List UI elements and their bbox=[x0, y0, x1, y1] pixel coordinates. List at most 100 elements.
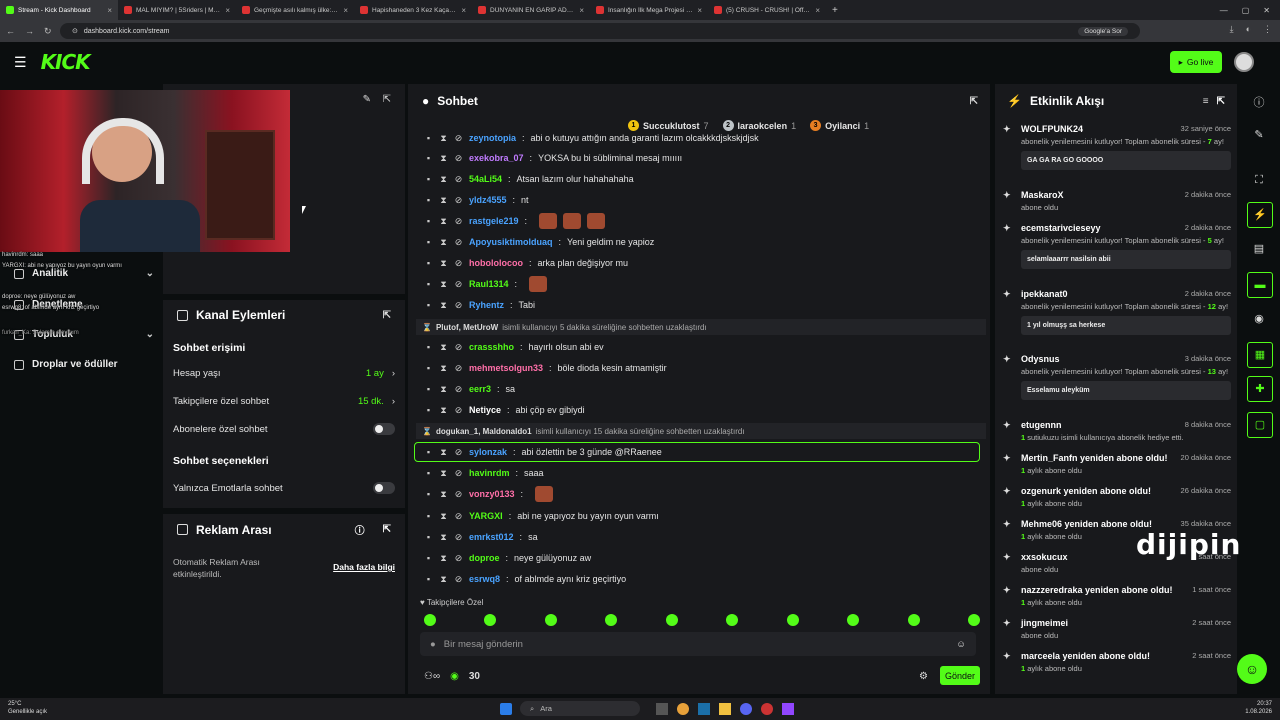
chat-username[interactable]: Ryhentz bbox=[469, 300, 504, 310]
chat-message[interactable]: ▪ ⧗ ⊘ 54aLi54: Atsan lazım olur hahahahaha bbox=[424, 169, 984, 189]
emote-icon[interactable] bbox=[484, 614, 497, 626]
avatar[interactable] bbox=[1234, 52, 1254, 72]
system-users[interactable]: dogukan_1, Maldonaldo1 bbox=[436, 427, 532, 436]
close-icon[interactable]: × bbox=[697, 6, 702, 15]
pencil-icon[interactable]: ✎ bbox=[1252, 128, 1266, 142]
emote-icon[interactable] bbox=[544, 614, 557, 626]
bolt-icon[interactable]: ⚡ bbox=[1247, 202, 1273, 228]
maximize-icon[interactable]: ▢ bbox=[1242, 6, 1250, 15]
minimize-icon[interactable]: — bbox=[1220, 6, 1228, 15]
chat-username[interactable]: doproe bbox=[469, 553, 500, 563]
activity-event[interactable]: ✦ Mertin_Fanfn yeniden abone oldu! 20 daki… bbox=[1003, 453, 1231, 476]
hourglass-icon[interactable]: ⧗ bbox=[439, 384, 448, 395]
download-icon[interactable]: ⤓ bbox=[1230, 24, 1234, 35]
window-icon[interactable]: ▢ bbox=[1247, 412, 1273, 438]
close-icon[interactable]: × bbox=[815, 6, 820, 15]
event-name[interactable]: Mehme06 yeniden abone oldu! bbox=[1021, 519, 1152, 529]
emoji-icon[interactable]: ☺ bbox=[956, 639, 966, 650]
hourglass-icon[interactable]: ⧗ bbox=[439, 511, 448, 522]
chat-message[interactable]: ▪ ⧗ ⊘ Netiyce: abi çöp ev gibiydi bbox=[424, 400, 984, 420]
event-name[interactable]: xxsokucux bbox=[1021, 552, 1068, 562]
delete-icon[interactable]: ▪ bbox=[424, 279, 433, 289]
more-info-link[interactable]: Daha fazla bilgi bbox=[333, 562, 395, 572]
ban-icon[interactable]: ⊘ bbox=[454, 279, 463, 290]
activity-event[interactable]: ✦ MaskaroX 2 dakika önce abone oldu bbox=[1003, 190, 1231, 213]
chat-message[interactable]: ▪ ⧗ ⊘ YARGXI: abi ne yapıyoz bu yayın oyun v… bbox=[424, 506, 984, 526]
chat-username[interactable]: Netiyce bbox=[469, 405, 501, 415]
sidebar-item-droplar[interactable]: Droplar ve ödüller bbox=[14, 359, 154, 370]
delete-icon[interactable]: ▪ bbox=[424, 174, 433, 184]
subscriber-only-toggle[interactable] bbox=[373, 423, 395, 435]
chat-message[interactable]: ▪ ⧗ ⊘ sylonzak: abi özlettin be 3 günde @RRa… bbox=[414, 442, 980, 462]
emote-icon[interactable] bbox=[665, 614, 678, 626]
ban-icon[interactable]: ⊘ bbox=[454, 574, 463, 585]
send-button[interactable]: Gönder bbox=[940, 666, 980, 685]
activity-event[interactable]: ✦ etugennn 8 dakika önce 1 sutiukuzu isiml… bbox=[1003, 420, 1231, 443]
chat-message[interactable]: ▪ ⧗ ⊘ doproe: neye gülüyonuz aw bbox=[424, 548, 984, 568]
ban-icon[interactable]: ⊘ bbox=[454, 216, 463, 227]
emote-icon[interactable] bbox=[967, 614, 980, 626]
supporter-badge[interactable]: 1 Succuklutost 7 bbox=[628, 120, 709, 131]
delete-icon[interactable]: ▪ bbox=[424, 532, 433, 542]
emote-icon[interactable] bbox=[424, 614, 436, 626]
delete-icon[interactable]: ▪ bbox=[424, 342, 433, 352]
browser-tab[interactable]: (5) CRUSH - CRUSH! | Official h × bbox=[708, 0, 826, 20]
hourglass-icon[interactable]: ⧗ bbox=[439, 279, 448, 290]
emote-icon[interactable] bbox=[726, 614, 739, 626]
hourglass-icon[interactable]: ⧗ bbox=[439, 237, 448, 248]
ban-icon[interactable]: ⊘ bbox=[454, 195, 463, 206]
emote-icon[interactable] bbox=[605, 614, 618, 626]
delete-icon[interactable]: ▪ bbox=[424, 258, 433, 268]
ban-icon[interactable]: ⊘ bbox=[454, 153, 463, 164]
supporter-badge[interactable]: 3 Oyilanci 1 bbox=[810, 120, 869, 131]
hourglass-icon[interactable]: ⧗ bbox=[439, 468, 448, 479]
ban-icon[interactable]: ⊘ bbox=[454, 342, 463, 353]
chat-message[interactable]: ▪ ⧗ ⊘ crassshho: hayırlı olsun abi ev bbox=[424, 337, 984, 357]
close-icon[interactable]: × bbox=[579, 6, 584, 15]
activity-event[interactable]: ✦ nazzzeredraka yeniden abone oldu! 1 saat… bbox=[1003, 585, 1231, 608]
chat-message[interactable]: ▪ ⧗ ⊘ Ryhentz: Tabi bbox=[424, 295, 984, 315]
chat-message[interactable]: ▪ ⧗ ⊘ eerr3: sa bbox=[424, 379, 984, 399]
app-icon[interactable] bbox=[761, 703, 773, 715]
delete-icon[interactable]: ▪ bbox=[424, 489, 433, 499]
event-name[interactable]: Odysnus bbox=[1021, 354, 1060, 364]
stack-icon[interactable]: ▦ bbox=[1247, 342, 1273, 368]
task-view-icon[interactable] bbox=[656, 703, 668, 715]
delete-icon[interactable]: ▪ bbox=[424, 384, 433, 394]
ban-icon[interactable]: ⊘ bbox=[454, 300, 463, 311]
popout-icon[interactable]: ⇱ bbox=[383, 524, 391, 535]
grid-app-icon[interactable] bbox=[782, 703, 794, 715]
chat-message[interactable]: ▪ ⧗ ⊘ havinrdm: saaa bbox=[424, 463, 984, 483]
hourglass-icon[interactable]: ⧗ bbox=[439, 195, 448, 206]
wrench-icon[interactable]: ✚ bbox=[1247, 376, 1273, 402]
ban-icon[interactable]: ⊘ bbox=[454, 384, 463, 395]
kick-logo[interactable]: KICK bbox=[41, 50, 91, 74]
close-icon[interactable]: × bbox=[461, 6, 466, 15]
delete-icon[interactable]: ▪ bbox=[424, 153, 433, 163]
chat-message[interactable]: ▪ ⧗ ⊘ Raul1314: bbox=[424, 274, 984, 294]
google-search-button[interactable]: Google'a Sor bbox=[1078, 26, 1128, 36]
event-name[interactable]: jingmeimei bbox=[1021, 618, 1068, 628]
delete-icon[interactable]: ▪ bbox=[424, 237, 433, 247]
delete-icon[interactable]: ▪ bbox=[424, 300, 433, 310]
go-live-button[interactable]: ▸ Go live bbox=[1170, 51, 1222, 73]
menu-icon[interactable]: ☰ bbox=[14, 54, 27, 71]
ban-icon[interactable]: ⊘ bbox=[454, 511, 463, 522]
infinity-icon[interactable]: ⚇∞ bbox=[424, 671, 440, 682]
chat-message[interactable]: ▪ ⧗ ⊘ vonzy0133: bbox=[424, 484, 984, 504]
event-name[interactable]: ipekkanat0 bbox=[1021, 289, 1068, 299]
chat-icon[interactable]: ▬ bbox=[1247, 272, 1273, 298]
chat-message[interactable]: ▪ ⧗ ⊘ rastgele219: bbox=[424, 211, 984, 231]
hourglass-icon[interactable]: ⧗ bbox=[439, 133, 448, 144]
folder-icon[interactable] bbox=[719, 703, 731, 715]
gear-icon[interactable]: ⚙ bbox=[919, 671, 928, 682]
popout-icon[interactable]: ⇱ bbox=[1217, 96, 1225, 107]
hourglass-icon[interactable]: ⧗ bbox=[439, 447, 448, 458]
info-icon[interactable]: ⓘ bbox=[1252, 94, 1266, 109]
site-info-icon[interactable]: ⊙ bbox=[72, 27, 78, 35]
delete-icon[interactable]: ▪ bbox=[424, 216, 433, 226]
chat-username[interactable]: rastgele219 bbox=[469, 216, 519, 226]
filter-icon[interactable]: ≡ bbox=[1203, 96, 1209, 107]
ban-icon[interactable]: ⊘ bbox=[454, 237, 463, 248]
chat-username[interactable]: crassshho bbox=[469, 342, 514, 352]
